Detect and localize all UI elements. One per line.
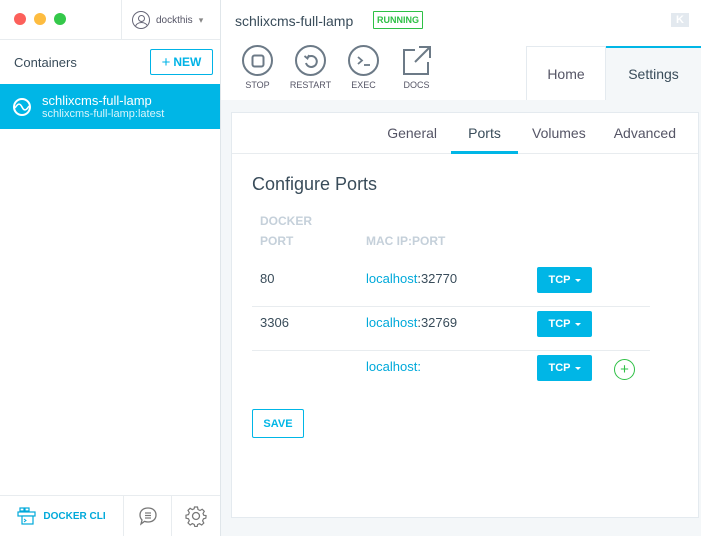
tab-settings[interactable]: Settings (606, 46, 701, 100)
new-button-label: NEW (173, 55, 202, 69)
container-title: schlixcms-full-lamp (235, 13, 354, 29)
container-actions: STOP RESTART EXEC DOCS (231, 45, 443, 90)
sidebar-topbar: dockthis ▾ (0, 0, 220, 40)
restart-icon (303, 54, 318, 68)
caret-down-icon (574, 322, 581, 326)
docker-port: 80 (260, 271, 275, 286)
docker-port-header-line1: DOCKER (260, 214, 313, 228)
stop-button[interactable]: STOP (231, 45, 284, 90)
restart-button[interactable]: RESTART (284, 45, 337, 90)
port-row: 80 localhost:32770 TCP (252, 263, 650, 307)
protocol-label: TCP (548, 274, 571, 286)
docker-port-header-line2: PORT (260, 234, 294, 248)
host-label: localhost (366, 359, 418, 374)
column-header-docker-port: DOCKER PORT (260, 211, 312, 251)
host-label: localhost (366, 271, 418, 286)
containers-header: Containers + NEW (0, 40, 220, 84)
restart-label: RESTART (289, 80, 332, 90)
port-row: 3306 localhost:32769 TCP (252, 307, 650, 351)
mac-port: 32769 (420, 315, 458, 330)
protocol-label: TCP (548, 318, 571, 330)
settings-panel: General Ports Volumes Advanced Configure… (231, 112, 699, 518)
docs-button[interactable]: DOCS (390, 45, 443, 90)
main-pane: schlixcms-full-lamp RUNNING K STOP RESTA… (221, 0, 701, 536)
docker-cli-label: DOCKER CLI (43, 510, 106, 522)
sidebar: dockthis ▾ Containers + NEW schlixcms-fu… (0, 0, 221, 536)
exec-label: EXEC (351, 80, 376, 90)
plus-icon: + (161, 53, 171, 71)
stop-icon (251, 54, 264, 67)
protocol-dropdown[interactable]: TCP (537, 355, 592, 381)
subtab-ports[interactable]: Ports (451, 113, 519, 154)
gear-icon (185, 506, 207, 527)
mac-port-input[interactable]: localhost: (366, 359, 421, 374)
maximize-window-button[interactable] (54, 13, 66, 25)
caret-down-icon (574, 278, 581, 282)
docs-label: DOCS (403, 80, 430, 90)
external-link-icon (403, 46, 431, 75)
status-badge: RUNNING (373, 11, 423, 29)
separator: : (417, 359, 421, 374)
subtab-general[interactable]: General (373, 113, 451, 153)
subtab-advanced[interactable]: Advanced (600, 113, 690, 153)
sidebar-footer: DOCKER CLI (0, 495, 220, 536)
username: dockthis (156, 14, 193, 26)
exec-button[interactable]: EXEC (337, 45, 390, 90)
chat-icon (138, 507, 157, 526)
docker-port: 3306 (260, 315, 289, 330)
protocol-dropdown[interactable]: TCP (537, 267, 592, 293)
container-list-item[interactable]: schlixcms-full-lamp schlixcms-full-lamp:… (0, 84, 220, 129)
terminal-icon (356, 55, 370, 66)
minimize-window-button[interactable] (34, 13, 46, 25)
column-header-mac-ip-port: MAC IP:PORT (366, 234, 446, 248)
container-image: schlixcms-full-lamp:latest (42, 107, 165, 120)
protocol-dropdown[interactable]: TCP (537, 311, 592, 337)
container-header: schlixcms-full-lamp RUNNING K STOP RESTA… (221, 0, 701, 100)
mac-port-field[interactable]: localhost:32769 (366, 315, 457, 330)
containers-title: Containers (14, 54, 77, 70)
settings-subtabs: General Ports Volumes Advanced (232, 113, 698, 154)
save-button[interactable]: SAVE (252, 409, 304, 438)
section-title: Configure Ports (252, 174, 378, 194)
chat-button[interactable] (124, 496, 172, 536)
chevron-down-icon: ▾ (198, 14, 204, 25)
preferences-button[interactable] (172, 496, 220, 536)
plus-icon: + (620, 361, 629, 378)
stop-label: STOP (245, 80, 270, 90)
container-name: schlixcms-full-lamp (42, 92, 152, 108)
new-container-button[interactable]: + NEW (150, 49, 213, 75)
protocol-label: TCP (548, 362, 571, 374)
new-port-row: localhost: TCP + (252, 351, 650, 395)
tab-home[interactable]: Home (526, 46, 606, 100)
window-controls (14, 13, 66, 25)
user-icon (132, 11, 150, 29)
docker-cli-icon (17, 507, 36, 525)
add-port-button[interactable]: + (614, 359, 635, 380)
container-running-icon (13, 97, 31, 116)
mac-port: 32770 (420, 271, 458, 286)
user-menu[interactable]: dockthis ▾ (121, 0, 221, 40)
kitematic-logo: K (671, 13, 689, 27)
caret-down-icon (574, 366, 581, 370)
docker-cli-button[interactable]: DOCKER CLI (0, 496, 124, 536)
view-tabs: Home Settings (526, 46, 701, 100)
host-label: localhost (366, 315, 418, 330)
close-window-button[interactable] (14, 13, 26, 25)
subtab-volumes[interactable]: Volumes (518, 113, 600, 153)
mac-port-field[interactable]: localhost:32770 (366, 271, 457, 286)
